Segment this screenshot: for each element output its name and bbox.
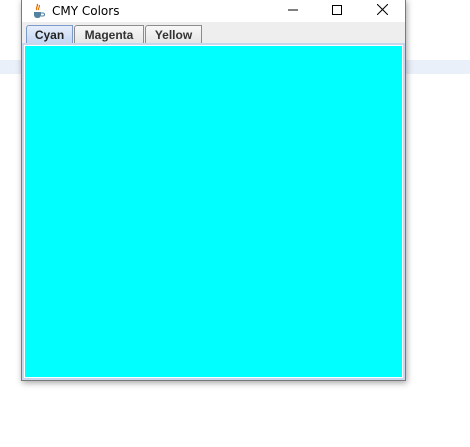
tab-content-area [22, 43, 405, 380]
maximize-button[interactable] [315, 0, 359, 22]
tab-bar: Cyan Magenta Yellow [22, 22, 405, 44]
app-window: CMY Colors Cyan Magenta Yellow [21, 0, 406, 381]
title-bar[interactable]: CMY Colors [22, 0, 405, 22]
tab-magenta[interactable]: Magenta [74, 25, 144, 43]
minimize-icon [288, 2, 298, 20]
color-panel [25, 46, 402, 377]
tab-cyan[interactable]: Cyan [26, 25, 73, 43]
window-title: CMY Colors [52, 4, 120, 18]
close-button[interactable] [360, 0, 404, 22]
minimize-button[interactable] [271, 0, 315, 22]
maximize-icon [332, 2, 342, 20]
close-icon [376, 2, 388, 20]
tab-yellow[interactable]: Yellow [145, 25, 202, 43]
java-cup-icon [30, 3, 46, 19]
